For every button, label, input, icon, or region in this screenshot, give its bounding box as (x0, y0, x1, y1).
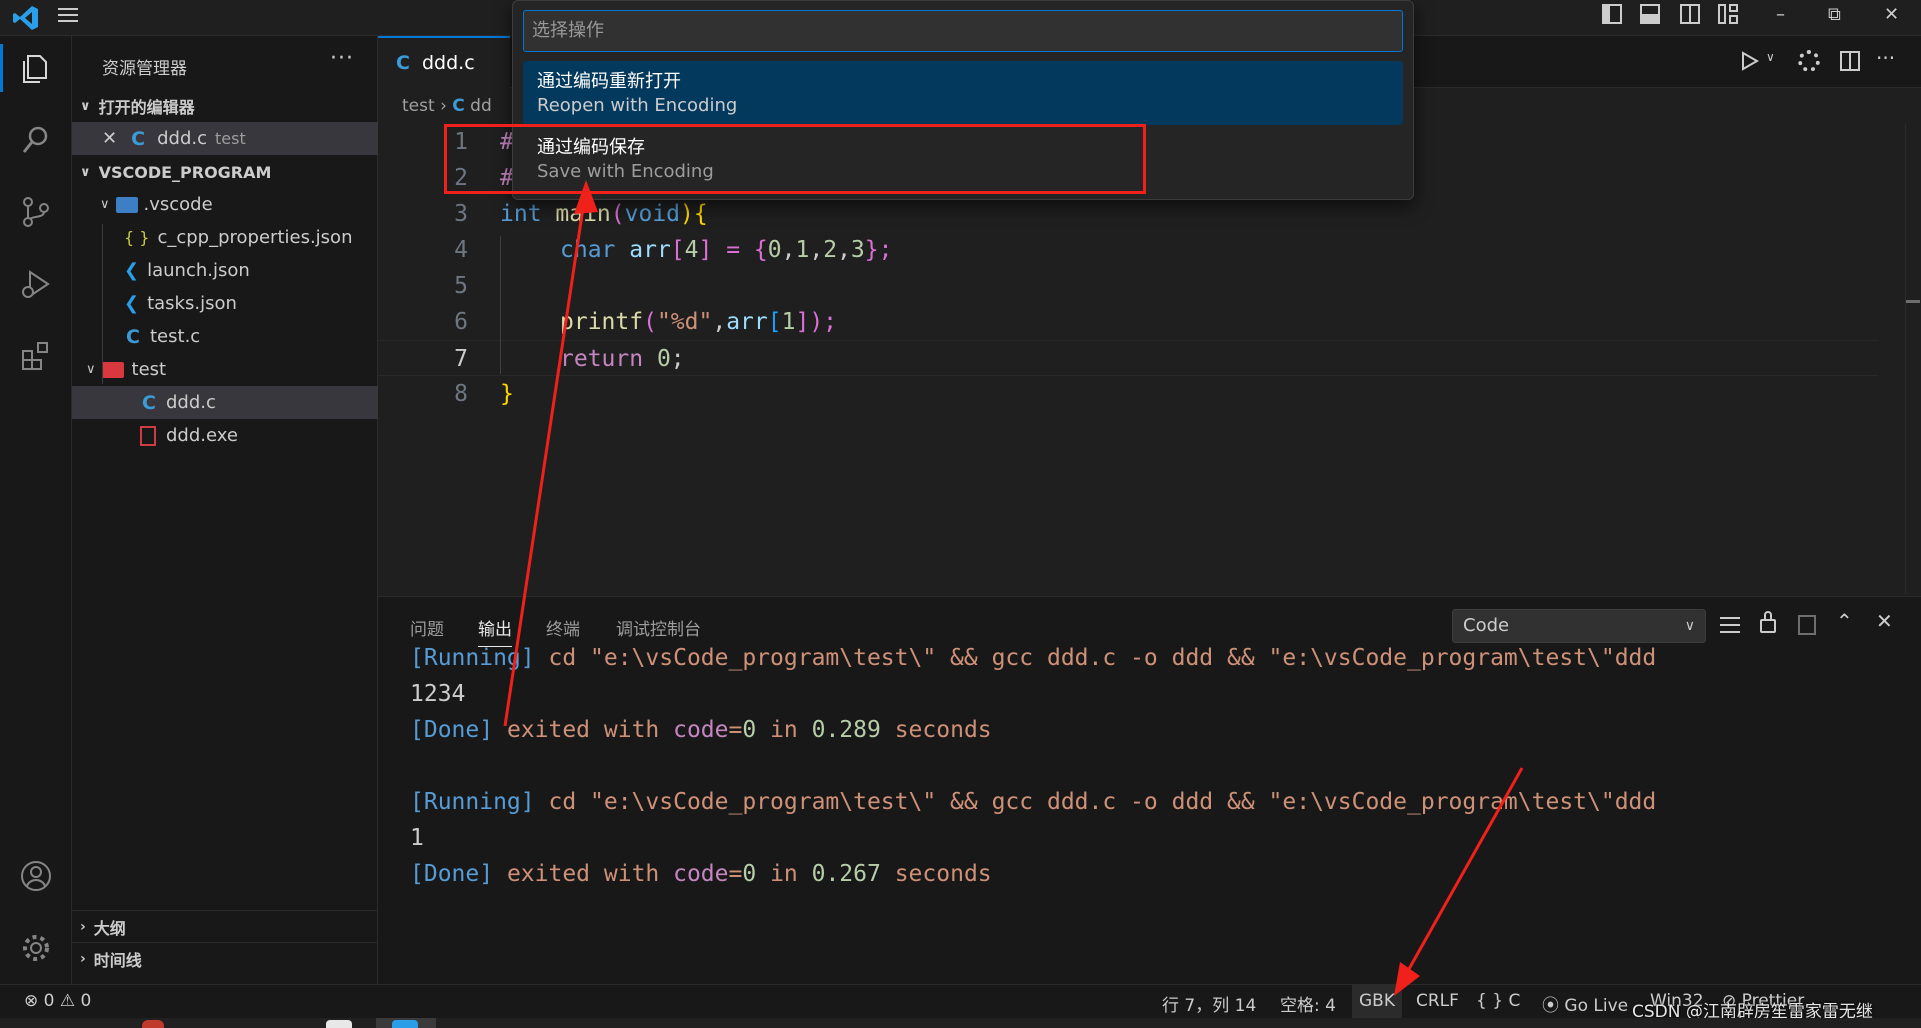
vscode-window: – ⧉ ✕ 资源管理器 ··· ∨ 打开的编辑器 ✕ C ddd.c test … (0, 0, 1921, 1028)
annotation-arrows (503, 180, 1524, 996)
